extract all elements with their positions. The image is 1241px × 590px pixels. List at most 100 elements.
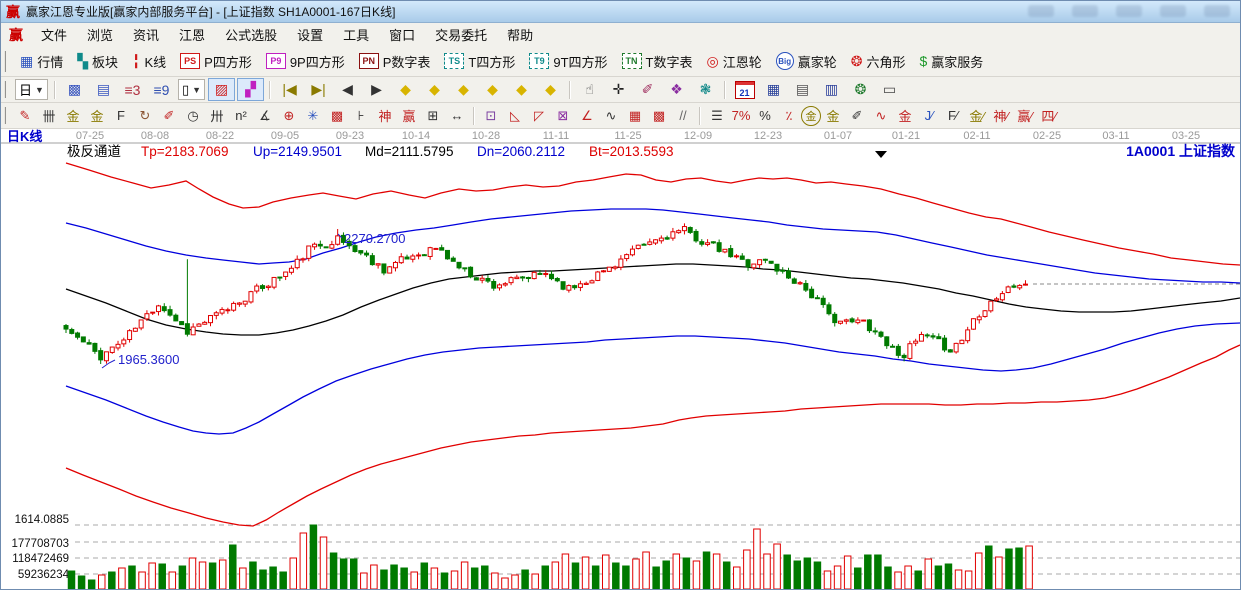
gold-levels-icon[interactable]: 金 [821,105,845,127]
calculator-icon[interactable]: ▦ [760,78,787,101]
gold-circle-icon[interactable]: 金 [801,106,821,126]
calendar-icon[interactable]: 21 [731,78,758,101]
kline-button[interactable]: ╏K线 [125,46,173,76]
prev-bar-icon[interactable]: ◀ [334,78,361,101]
width-adjust-icon[interactable]: ↔ [445,105,469,127]
info-document-icon[interactable]: ▤ [90,78,117,101]
brush-level-icon[interactable]: ✐ [845,105,869,127]
menu-item-0[interactable]: 文件 [31,25,77,44]
next-bar-icon[interactable]: ▶ [363,78,390,101]
compress-horizontal-icon[interactable]: ◆ [479,78,506,101]
first-bar-icon[interactable]: |◀ [276,78,303,101]
percent-retrace-icon[interactable]: 7% [729,105,753,127]
draw-manager-icon[interactable]: ❖ [663,78,690,101]
chart-canvas[interactable]: 07-2508-0808-2209-0509-2310-1410-2811-11… [1,129,1240,589]
t-square-button[interactable]: TST四方形 [437,46,522,76]
number-grid-icon[interactable]: ⊞ [421,105,445,127]
x-tick-label: 08-22 [206,130,234,142]
menu-item-2[interactable]: 资讯 [123,25,169,44]
percent-icon[interactable]: % [753,105,777,127]
period-daily-combo[interactable]: 日▼ [15,79,48,100]
win-grid-icon[interactable]: 赢 [397,105,421,127]
measure-pencil-icon[interactable]: ✐ [157,105,181,127]
shen-trend-icon[interactable]: 神∕ [989,105,1013,127]
zoom-left-icon[interactable]: ◆ [392,78,419,101]
win-trend-icon[interactable]: 赢∕ [1013,105,1037,127]
candle-style-combo[interactable]: ▯▼ [178,79,205,100]
hand-drag-icon[interactable]: ☝ [576,78,603,101]
star-rays-icon[interactable]: ✳ [301,105,325,127]
menu-item-7[interactable]: 窗口 [379,25,425,44]
p-number-table-button[interactable]: PNP数字表 [352,46,438,76]
pencil-icon[interactable]: ✎ [13,105,37,127]
crosshair-icon[interactable]: ✛ [605,78,632,101]
winner-wheel-button[interactable]: Big赢家轮 [769,46,844,76]
menu-item-6[interactable]: 工具 [333,25,379,44]
quotes-button[interactable]: ▦行情 [13,46,70,76]
menu-item-5[interactable]: 设置 [287,25,333,44]
n-square-icon[interactable]: n² [229,105,253,127]
x-tick-label: 08-08 [141,130,169,142]
wave-range-icon[interactable]: ∿ [869,105,893,127]
volume-profile-icon[interactable]: ▞ [237,78,264,101]
menu-item-9[interactable]: 帮助 [497,25,543,44]
price-scale-icon[interactable]: ☰ [705,105,729,127]
gold-section-grid-icon[interactable]: 金 [61,105,85,127]
three-bar-chart-icon[interactable]: ≡3 [119,78,146,101]
nine-bar-chart-icon[interactable]: ≡9 [148,78,175,101]
parallel-lines-icon[interactable]: // [671,105,695,127]
red-grid-icon[interactable]: ▦ [623,105,647,127]
web-grid-icon[interactable]: ▩ [325,105,349,127]
f-trend-icon[interactable]: F∕ [941,105,965,127]
titlebar[interactable]: 赢 赢家江恩专业版[赢家内部服务平台] - [上证指数 SH1A0001-167… [1,1,1240,23]
hexagon-button[interactable]: ❂六角形 [844,46,913,76]
fan-grid-icon[interactable]: ⊠ [551,105,575,127]
sectors-button[interactable]: ▚板块 [70,46,125,76]
trend-angle-icon[interactable]: ∠ [575,105,599,127]
fib-grid-icon[interactable]: F [109,105,133,127]
fan-lines-icon[interactable]: ◺ [503,105,527,127]
menu-item-4[interactable]: 公式选股 [215,25,287,44]
zoom-right-icon[interactable]: ◆ [421,78,448,101]
pointer-erase-icon[interactable]: ✐ [634,78,661,101]
small-grid-icon[interactable]: 卅 [205,105,229,127]
nine-p-square-button[interactable]: P99P四方形 [259,46,352,76]
t-number-table-button[interactable]: TNT数字表 [615,46,700,76]
print-icon[interactable]: ▭ [876,78,903,101]
expand-horizontal-icon[interactable]: ◆ [450,78,477,101]
menu-item-1[interactable]: 浏览 [77,25,123,44]
j-trend-icon[interactable]: J∕ [917,105,941,127]
gold-trend-icon[interactable]: 金∕ [965,105,989,127]
four-trend-icon[interactable]: 四∕ [1037,105,1061,127]
last-bar-icon[interactable]: ▶| [305,78,332,101]
nine-t-square-button[interactable]: T99T四方形 [522,46,614,76]
gann-compass-icon[interactable]: ⊕ [277,105,301,127]
kline-mark-icon[interactable]: ⊦ [349,105,373,127]
pattern-window-icon[interactable]: ▩ [61,78,88,101]
zigzag-icon[interactable]: ∿ [599,105,623,127]
compress-vertical-icon[interactable]: ◆ [537,78,564,101]
box-tool-icon[interactable]: ⊡ [479,105,503,127]
angle-flag-icon[interactable]: ∡ [253,105,277,127]
gold-ratio-grid-icon[interactable]: 金 [85,105,109,127]
gold-red-levels-icon[interactable]: 金 [893,105,917,127]
network-icon[interactable]: ❂ [847,78,874,101]
window-controls[interactable] [1028,5,1230,17]
save-icon[interactable]: ▥ [818,78,845,101]
expand-vertical-icon[interactable]: ◆ [508,78,535,101]
menu-item-3[interactable]: 江恩 [169,25,215,44]
red-grid-dense-icon[interactable]: ▩ [647,105,671,127]
p-square-button[interactable]: PSP四方形 [173,46,259,76]
time-cycle-icon[interactable]: ◷ [181,105,205,127]
spiral-icon[interactable]: ↻ [133,105,157,127]
menu-item-8[interactable]: 交易委托 [425,25,497,44]
gann-grid-icon[interactable]: 卌 [37,105,61,127]
shen-grid-icon[interactable]: 神 [373,105,397,127]
gann-wheel-button[interactable]: ◎江恩轮 [699,46,768,76]
notes-icon[interactable]: ▤ [789,78,816,101]
smart-analysis-icon[interactable]: ❃ [692,78,719,101]
percent-levels-icon[interactable]: ٪ [777,105,801,127]
reversal-pattern-icon[interactable]: ▨ [208,78,235,101]
winner-service-button[interactable]: $赢家服务 [912,46,990,76]
fan-box-icon[interactable]: ◸ [527,105,551,127]
